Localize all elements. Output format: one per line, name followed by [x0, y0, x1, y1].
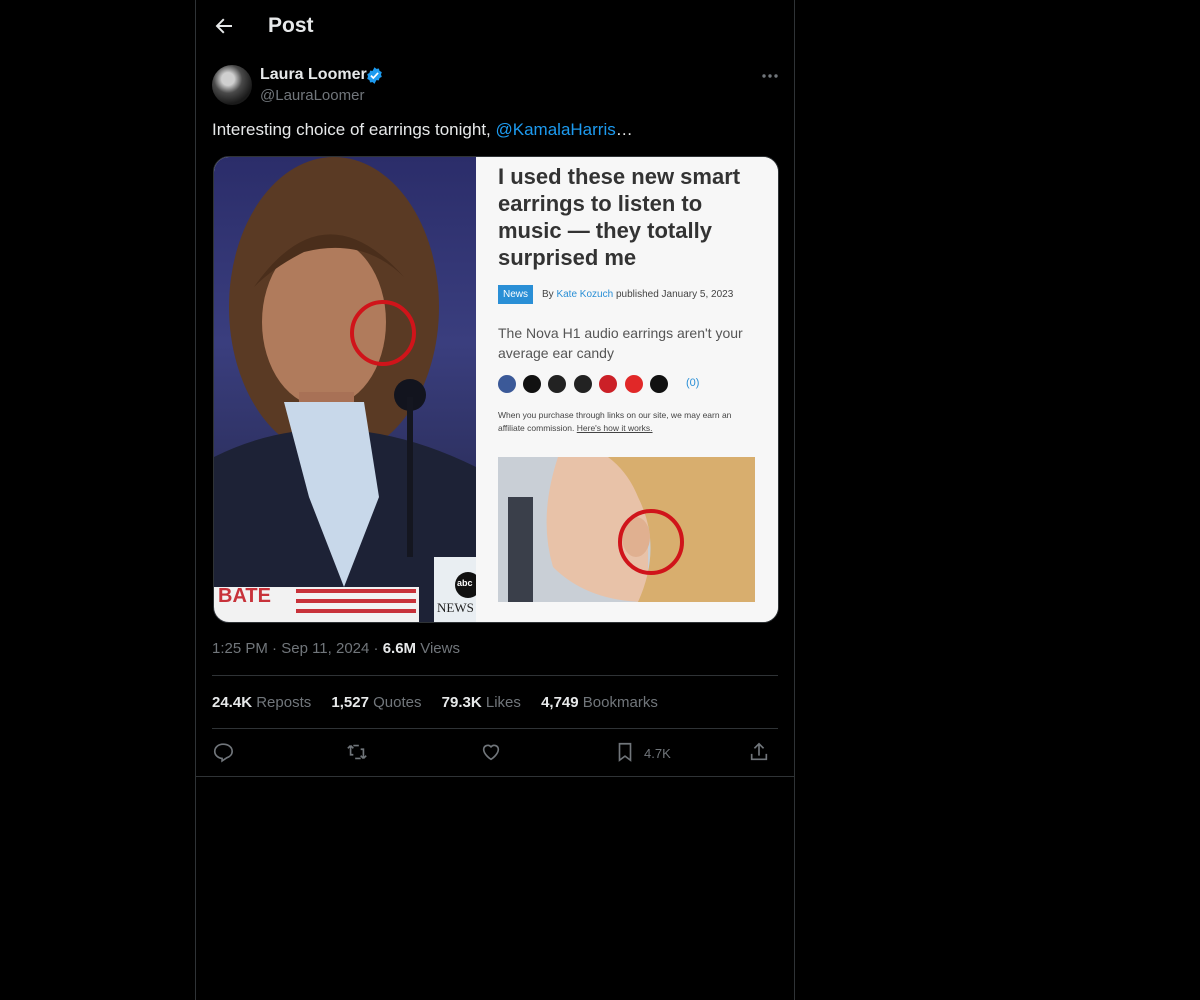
article-subhead: The Nova H1 audio earrings aren't your a…: [498, 325, 743, 361]
flipboard-icon: [625, 375, 643, 393]
highlight-circle-left: [350, 300, 416, 366]
bookmark-count: 4.7K: [644, 746, 671, 761]
likes-stat[interactable]: 79.3K Likes: [442, 694, 521, 711]
whatsapp-icon: [548, 375, 566, 393]
network-text: NEWS: [437, 600, 474, 615]
email-icon: [650, 375, 668, 393]
tweet-image[interactable]: BATE abc NEWS I used these new smart ear…: [213, 156, 779, 623]
back-arrow-icon[interactable]: [212, 14, 236, 38]
author-row: Laura Loomer @LauraLoomer: [212, 64, 778, 108]
article-disclaimer: When you purchase through links on our s…: [498, 409, 754, 435]
views-count: 6.6M: [382, 640, 417, 657]
article-headline: I used these new smart earrings to liste…: [498, 164, 741, 270]
facebook-icon: [498, 375, 516, 393]
bookmark-icon[interactable]: [614, 741, 636, 763]
share-icon[interactable]: [748, 741, 770, 763]
article-byline: By Kate Kozuch published January 5, 2023: [542, 289, 733, 300]
avatar[interactable]: [212, 65, 252, 105]
author-handle[interactable]: @LauraLoomer: [260, 87, 364, 104]
reply-icon[interactable]: [212, 741, 234, 763]
left-photo: BATE abc NEWS: [214, 157, 476, 622]
highlight-circle-right: [618, 509, 684, 575]
engagement-stats: 24.4K Reposts 1,527 Quotes 79.3K Likes 4…: [212, 694, 674, 711]
views-label: Views: [420, 640, 460, 657]
left-photo-illustration: [214, 157, 476, 622]
bookmarks-stat[interactable]: 4,749 Bookmarks: [541, 694, 658, 711]
author-name[interactable]: Laura Loomer: [260, 66, 367, 84]
post-meta: 1:25 PM · Sep 11, 2024 · 6.6M Views: [212, 640, 460, 657]
more-icon[interactable]: [760, 66, 780, 86]
disclaimer-link: Here's how it works.: [576, 423, 653, 433]
tweet-text-after: …: [615, 120, 633, 139]
likes-count: 79.3K: [441, 694, 482, 711]
main-column: Post Laura Loomer @LauraLoomer Interesti…: [195, 0, 795, 1000]
repost-icon[interactable]: [346, 741, 368, 763]
tweet-text: Interesting choice of earrings tonight, …: [212, 120, 633, 140]
action-bar: 4.7K: [212, 740, 778, 766]
byline-author: Kate Kozuch: [556, 289, 614, 300]
bookmarks-label: Bookmarks: [582, 694, 658, 711]
likes-label: Likes: [485, 694, 521, 711]
verified-badge-icon: [367, 67, 382, 84]
pinterest-icon: [599, 375, 617, 393]
quotes-stat[interactable]: 1,527 Quotes: [331, 694, 421, 711]
x-icon: [523, 375, 541, 393]
reposts-count: 24.4K: [212, 694, 253, 711]
divider: [196, 776, 794, 777]
divider: [212, 675, 778, 676]
post-header: Post: [196, 0, 794, 53]
article-tag: News: [498, 285, 534, 304]
meta-separator: ·: [272, 640, 278, 657]
quotes-count: 1,527: [331, 694, 369, 711]
network-logo: abc: [457, 578, 473, 588]
post-date[interactable]: Sep 11, 2024: [281, 640, 369, 657]
byline-published: published January 5, 2023: [615, 289, 734, 300]
meta-separator-2: ·: [373, 640, 379, 657]
article-photo: [498, 457, 755, 602]
tweet-text-before: Interesting choice of earrings tonight,: [212, 120, 496, 139]
article-screenshot: I used these new smart earrings to liste…: [476, 157, 778, 622]
byline-by: By: [542, 289, 554, 300]
mention-link[interactable]: @KamalaHarris: [496, 120, 616, 139]
reposts-label: Reposts: [256, 694, 312, 711]
reddit-icon: [574, 375, 592, 393]
like-icon[interactable]: [480, 741, 502, 763]
bookmarks-count: 4,749: [541, 694, 579, 711]
reposts-stat[interactable]: 24.4K Reposts: [212, 694, 311, 711]
banner-text: BATE: [218, 585, 271, 607]
quotes-label: Quotes: [373, 694, 422, 711]
article-comments: (0): [686, 377, 700, 389]
page-title: Post: [268, 14, 314, 37]
post-time[interactable]: 1:25 PM: [212, 640, 268, 657]
divider: [212, 728, 778, 729]
